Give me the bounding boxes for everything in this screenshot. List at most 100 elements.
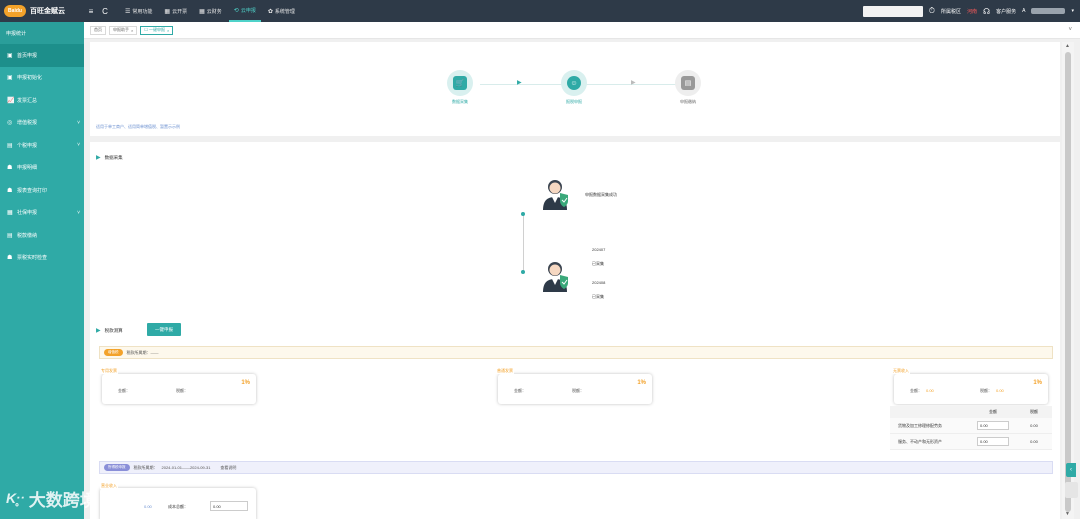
timeline-status: 已采集 [592,261,604,266]
tax-label: 税额： [176,388,188,393]
step-payment[interactable]: ▤ 申报缴纳 [658,70,718,105]
nav-common-functions[interactable]: ☰ 常用功能 [120,0,157,22]
nav-cloud-invoice[interactable]: ▦ 云开票 [159,0,192,22]
period-value: 2024-01-01——2024-09-31 [161,465,211,470]
tab-one-click-declare[interactable]: ☐ 一键申报 × [140,25,174,35]
sidebar-item-realtime-check[interactable]: ☗ 票税实时检查 [0,247,84,270]
sidebar-item-vat[interactable]: ◎ 增值税报 ˅ [0,112,84,135]
income-tax-pill: 所得税申报 [104,464,130,471]
row-label: 货物及加工修理修配劳务 [898,422,942,428]
app-logo[interactable]: Baidu 百旺金赋云 [0,0,84,22]
scroll-up-icon[interactable]: ▲ [1065,43,1070,49]
table-header: 金额 税额 [890,406,1052,418]
amount-label: 金额： [514,388,526,393]
view-explanation-link[interactable]: 查看说明 [220,465,236,471]
card-tax-row: 税额： 0.00 [980,388,1004,394]
app-name: 百旺金赋云 [30,8,65,15]
headset-icon: ☊ [983,6,991,16]
tax-value: 0.00 [996,388,1004,393]
card-tax-row: 税额： [572,388,584,394]
sidebar-item-report-print[interactable]: ☗ 报表查询打印 [0,179,84,202]
caret-down-icon[interactable]: ▾ [1071,8,1074,14]
card-rate: 1% [1033,380,1042,386]
timeline-period: 202408 [592,280,606,285]
column-header: 税额 [1030,409,1038,414]
sidebar-item-label: 发票汇总 [17,97,38,104]
chevron-down-icon: ˅ [77,209,80,216]
menu-toggle-icon[interactable]: ≡ [84,7,98,16]
refresh-icon[interactable]: C [98,7,112,16]
section-divider [90,136,1060,142]
no-invoice-detail-table: 金额 税额 货物及加工修理修配劳务 0.00 0.00 服务、不动产和无形资产 … [890,406,1052,450]
step-circle: 🛒 [447,70,473,96]
company-selector[interactable] [862,5,923,17]
row-label: 服务、不动产和无形资产 [898,438,942,444]
sidebar-item-home-declare[interactable]: ▣ 首页申报 [0,44,84,67]
watermark-logo: Kᐧ̥ᐧ [6,490,25,506]
nav-cloud-declare[interactable]: ⟲ 云申报 [228,0,261,22]
user-name[interactable] [1031,8,1066,14]
amount-input[interactable]: 0.00 [977,437,1009,446]
tab-home[interactable]: 首页 [90,25,106,35]
top-nav: ☰ 常用功能 ▦ 云开票 ▦ 云财务 ⟲ 云申报 ✿ 系统管理 [120,0,300,22]
step-label: 申报缴纳 [680,99,696,104]
sidebar-item-invoice-summary[interactable]: 📈 发票汇总 [0,89,84,112]
nav-system-management[interactable]: ✿ 系统管理 [263,0,300,22]
side-tool-panel[interactable] [1065,482,1078,498]
folder-icon: ☗ [7,165,13,172]
sidebar-item-label: 票税实时检查 [17,255,48,262]
logo-badge: Baidu [4,5,26,17]
no-invoice-income-card: 无票收入 1% 金额： 0.00 税额： 0.00 [892,368,1048,404]
tab-label: ☐ 一键申报 [144,27,166,32]
side-collapse-tab[interactable]: ‹ [1066,463,1076,477]
nav-label: 系统管理 [274,8,295,15]
cost-input[interactable]: 0.00 [210,501,248,511]
card-legend: 营业收入 [100,483,118,489]
hint-link[interactable]: 适用于单工商户、适用简单增值税、暂置示示例 [96,124,180,130]
clock-icon: ⏱ [928,6,935,15]
sidebar-item-tax-payment[interactable]: ▤ 税款缴纳 [0,224,84,247]
region-label[interactable]: 所属税区 [941,8,961,15]
close-icon[interactable]: × [167,28,169,33]
gear-icon: ✿ [267,8,273,15]
sidebar-item-label: 社保申报 [17,210,38,217]
page-tabs: 首页 申报助手 × ☐ 一键申报 × ˅ [84,22,1080,39]
column-header: 金额 [989,409,997,414]
tax-value: 0.00 [1030,423,1038,428]
cycle-icon: ⟲ [233,7,239,14]
customer-service-link[interactable]: 客户服务 [996,8,1016,15]
scroll-down-icon[interactable]: ▼ [1065,511,1070,517]
period-label: 税款所属期： [133,464,158,470]
list-icon: ▤ [7,142,13,149]
chevron-down-icon[interactable]: ˅ [1068,27,1072,33]
sidebar-title[interactable]: 申报统计 [0,22,84,44]
sidebar-item-init[interactable]: ▣ 申报初始化 [0,67,84,90]
timeline-line [523,214,524,272]
timeline-dot [521,212,525,216]
nav-label: 云开票 [172,8,188,15]
tab-assistant[interactable]: 申报助手 × [109,25,138,35]
watermark: Kᐧ̥ᐧ 大数跨境 [6,486,97,511]
nav-cloud-finance[interactable]: ▦ 云财务 [194,0,227,22]
sidebar-item-label: 申报初始化 [17,75,43,82]
vat-period-text: 税款所属期：—— [126,349,159,355]
main-content: 🛒 数据采集 ▶ ☺ 报税申报 ▶ ▤ 申报缴纳 适用于单工商户、适用简单增值税… [90,42,1060,519]
one-click-declare-button[interactable]: 一键申报 [147,323,181,336]
doc-icon: ▣ [7,52,13,59]
chevron-down-icon: ˅ [77,142,80,149]
special-invoice-card: 专用发票 1% 金额： 税额： [100,368,256,404]
tab-label: 首页 [94,27,102,32]
card-tax-row: 税额： [176,388,188,394]
scroll-thumb[interactable] [1065,52,1071,512]
step-collect[interactable]: 🛒 数据采集 [430,70,490,105]
amount-input[interactable]: 0.00 [977,421,1009,430]
sidebar-item-declare-detail[interactable]: ☗ 申报明细 [0,157,84,180]
sidebar-item-social-security[interactable]: ▦ 社保申报 ˅ [0,202,84,225]
vertical-scrollbar[interactable]: ▲ ▼ [1062,42,1074,519]
sidebar-item-personal-tax[interactable]: ▤ 个税申报 ˅ [0,134,84,157]
step-label: 数据采集 [452,99,468,104]
close-icon[interactable]: × [131,28,133,33]
step-declare[interactable]: ☺ 报税申报 [544,70,604,105]
vat-header-bar: 增值税 税款所属期：—— [99,346,1053,359]
nav-label: 云申报 [240,7,256,14]
